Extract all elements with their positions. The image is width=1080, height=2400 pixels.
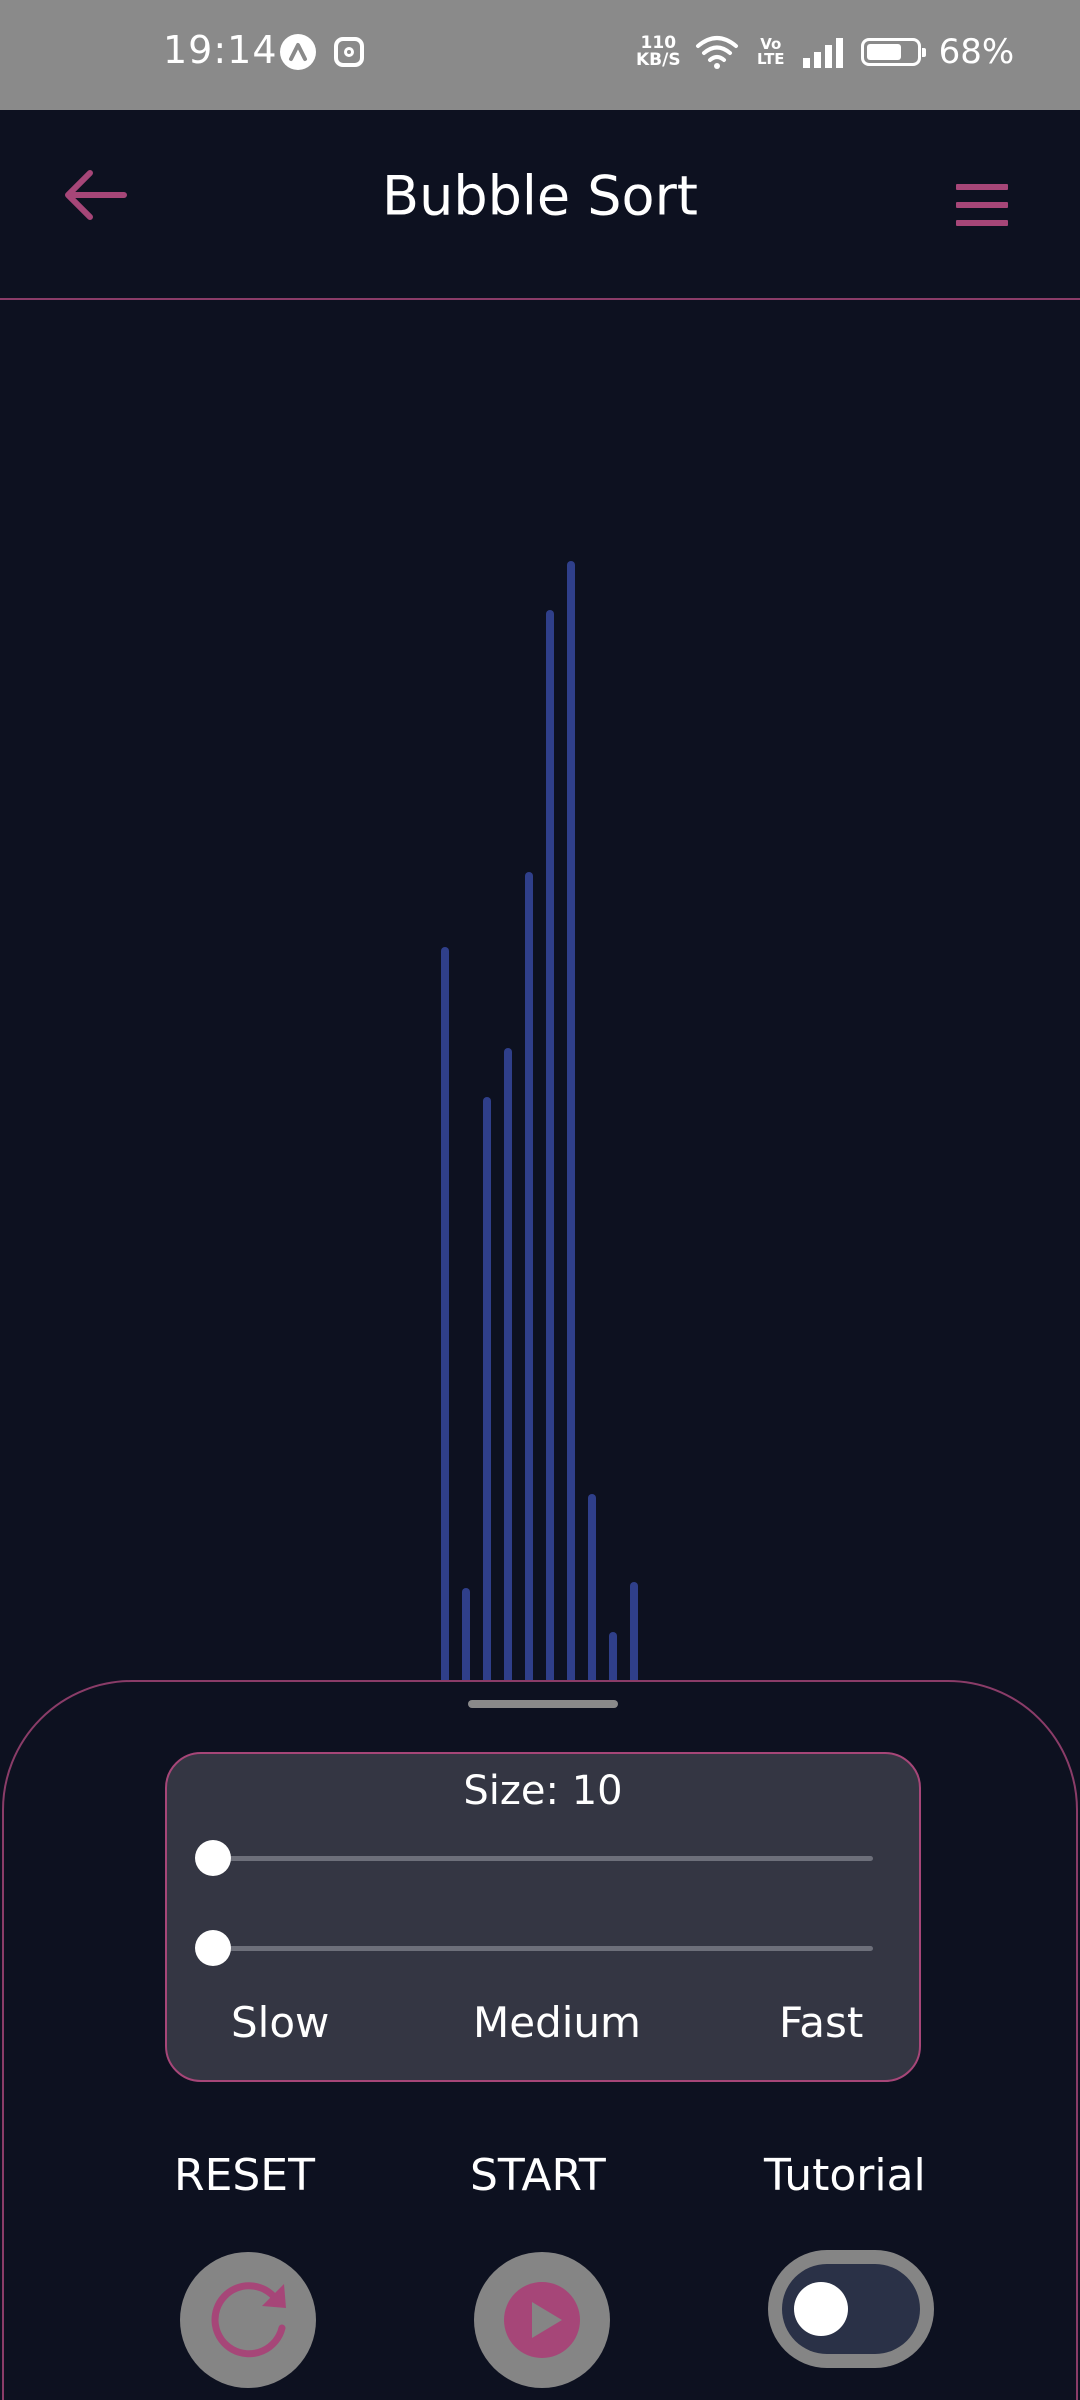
page-title: Bubble Sort [382, 164, 698, 228]
array-bar [609, 1632, 617, 1682]
app-notification-icon [280, 34, 316, 70]
reset-label: RESET [174, 2150, 315, 2201]
size-slider-thumb[interactable] [195, 1840, 231, 1876]
app-screen: 19:14 110 KB/S Vo LTE 68% Bubble Sort Si… [0, 0, 1080, 2400]
menu-icon[interactable] [956, 184, 1008, 228]
reset-button[interactable] [180, 2252, 316, 2388]
start-label: START [470, 2150, 606, 2201]
volte-bottom: LTE [757, 50, 785, 68]
array-bar [567, 561, 575, 1682]
speed-label-medium: Medium [473, 1998, 641, 2047]
speed-slider-track[interactable] [219, 1946, 873, 1951]
tutorial-toggle-track [782, 2264, 920, 2354]
tutorial-label: Tutorial [764, 2150, 926, 2201]
network-speed-unit: KB/S [636, 50, 681, 70]
status-right-icons: Vo LTE 68% [695, 32, 1014, 72]
array-bar [483, 1097, 491, 1682]
array-bar [462, 1588, 470, 1682]
array-bar [546, 610, 554, 1682]
tutorial-toggle-knob [794, 2282, 848, 2336]
instagram-icon [334, 37, 364, 67]
size-label: Size: 10 [463, 1768, 623, 1814]
sheet-drag-handle[interactable] [468, 1700, 618, 1708]
array-bar [525, 872, 533, 1682]
control-sheet: Size: 10 Slow Medium Fast RESET START Tu… [2, 1680, 1078, 2400]
array-bar [504, 1048, 512, 1682]
play-icon [504, 2282, 580, 2358]
array-bar [630, 1582, 638, 1682]
wifi-icon [696, 36, 738, 69]
app-header: Bubble Sort [0, 110, 1080, 300]
volte-icon: Vo LTE [757, 37, 785, 67]
speed-slider-thumb[interactable] [195, 1930, 231, 1966]
tutorial-toggle[interactable] [768, 2250, 934, 2368]
signal-icon [802, 36, 843, 68]
size-slider-track[interactable] [219, 1856, 873, 1861]
battery-percentage: 68% [938, 32, 1015, 72]
battery-icon [860, 38, 926, 66]
speed-label-slow: Slow [231, 1998, 330, 2047]
status-time: 19:14 [163, 28, 278, 72]
start-button[interactable] [474, 2252, 610, 2388]
refresh-icon [211, 2282, 286, 2358]
status-bar: 19:14 110 KB/S Vo LTE 68% [0, 0, 1080, 110]
array-bar [588, 1494, 596, 1682]
array-bar [441, 947, 449, 1682]
speed-label-fast: Fast [779, 1998, 864, 2047]
network-speed: 110 KB/S [636, 35, 681, 69]
array-visualization [0, 300, 1080, 1682]
settings-panel: Size: 10 Slow Medium Fast [165, 1752, 921, 2082]
